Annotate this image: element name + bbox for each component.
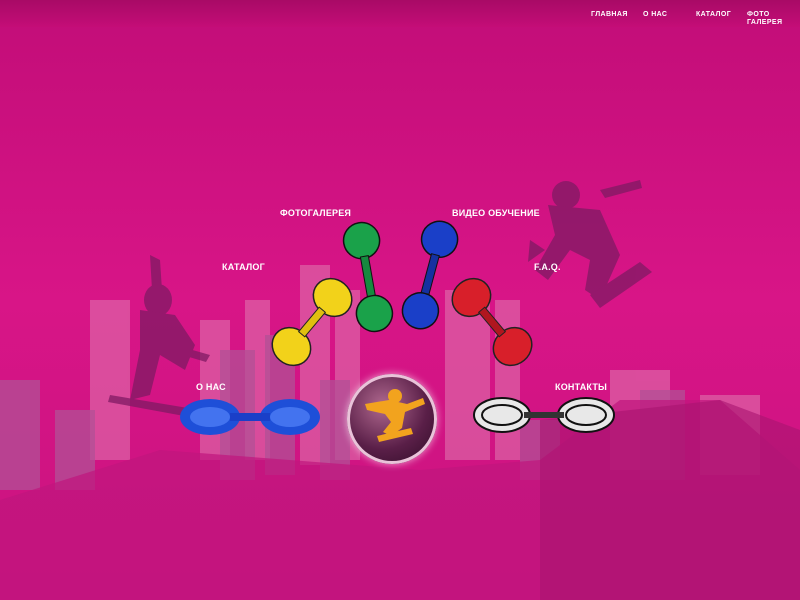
menu-label-kontakty[interactable]: КОНТАКТЫ	[555, 382, 607, 392]
city-skyline-background	[0, 0, 800, 600]
menu-label-faq[interactable]: F.A.Q.	[534, 262, 561, 272]
home-logo-sphere[interactable]	[347, 374, 437, 464]
nav-link-glavnaya[interactable]: ГЛАВНАЯ	[591, 11, 628, 19]
nav-link-foto-galereya[interactable]: ФОТО ГАЛЕРЕЯ	[747, 11, 787, 27]
menu-label-katalog[interactable]: КАТАЛОГ	[222, 262, 265, 272]
skater-figure-icon	[365, 389, 425, 442]
menu-label-fotogalereya[interactable]: ФОТОГАЛЕРЕЯ	[280, 208, 351, 218]
nav-link-katalog[interactable]: КАТАЛОГ	[696, 11, 731, 19]
board-faq-button[interactable]	[442, 272, 542, 372]
board-kontakty-button[interactable]	[473, 395, 615, 435]
top-navigation-bar	[0, 0, 800, 27]
board-fotogalereya-button[interactable]	[342, 221, 394, 333]
menu-label-o-nas[interactable]: О НАС	[196, 382, 226, 392]
menu-label-video[interactable]: ВИДЕО ОБУЧЕНИЕ	[452, 208, 540, 218]
board-o-nas-button[interactable]	[180, 397, 320, 437]
nav-link-o-nas[interactable]: О НАС	[643, 11, 667, 19]
